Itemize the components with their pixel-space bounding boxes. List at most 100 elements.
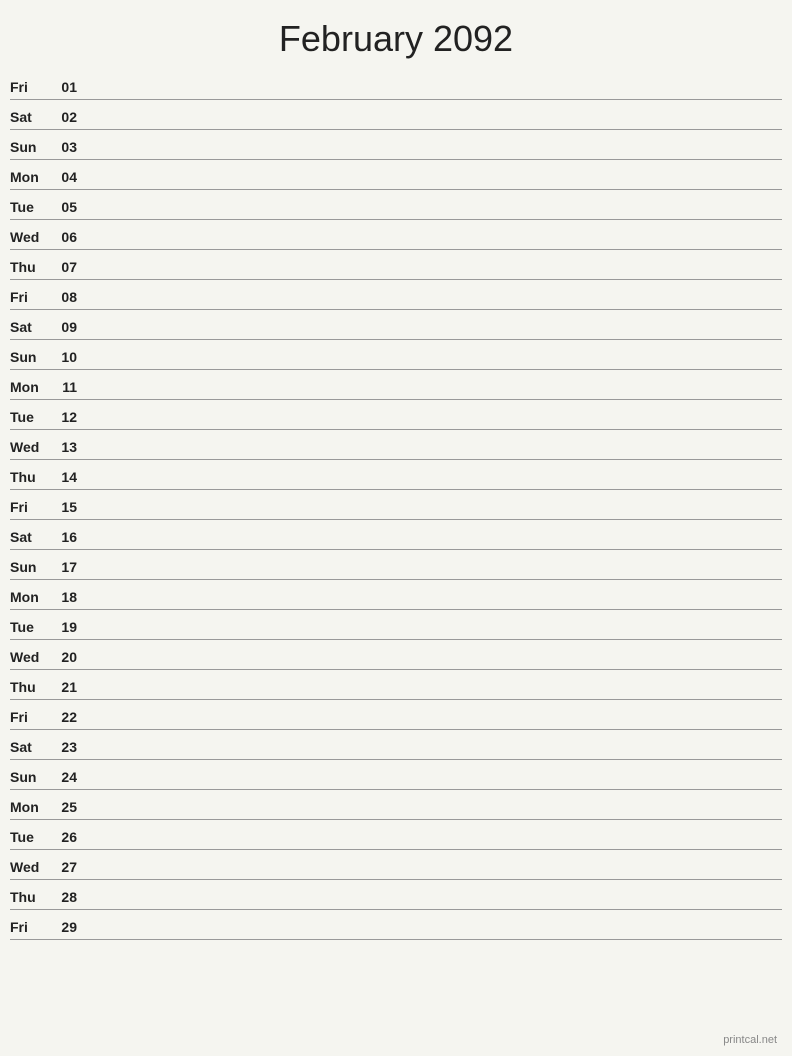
day-number: 13 — [55, 439, 87, 455]
day-line — [87, 904, 782, 905]
day-row: Wed27 — [10, 850, 782, 880]
day-name: Fri — [10, 499, 55, 515]
day-line — [87, 424, 782, 425]
day-row: Fri01 — [10, 70, 782, 100]
day-name: Wed — [10, 649, 55, 665]
day-name: Sun — [10, 349, 55, 365]
day-number: 15 — [55, 499, 87, 515]
day-name: Wed — [10, 439, 55, 455]
day-number: 04 — [55, 169, 87, 185]
day-row: Sat16 — [10, 520, 782, 550]
day-number: 21 — [55, 679, 87, 695]
day-line — [87, 694, 782, 695]
day-row: Sun10 — [10, 340, 782, 370]
day-number: 11 — [55, 379, 87, 395]
day-line — [87, 94, 782, 95]
day-row: Wed20 — [10, 640, 782, 670]
day-row: Fri15 — [10, 490, 782, 520]
day-name: Sun — [10, 139, 55, 155]
day-row: Tue26 — [10, 820, 782, 850]
day-row: Tue12 — [10, 400, 782, 430]
day-line — [87, 304, 782, 305]
day-name: Sat — [10, 319, 55, 335]
day-row: Thu14 — [10, 460, 782, 490]
day-name: Sun — [10, 559, 55, 575]
day-row: Sat09 — [10, 310, 782, 340]
day-number: 28 — [55, 889, 87, 905]
day-line — [87, 484, 782, 485]
day-number: 24 — [55, 769, 87, 785]
day-name: Sat — [10, 109, 55, 125]
day-number: 25 — [55, 799, 87, 815]
day-name: Tue — [10, 829, 55, 845]
day-number: 27 — [55, 859, 87, 875]
day-name: Mon — [10, 379, 55, 395]
day-name: Sat — [10, 739, 55, 755]
day-name: Sat — [10, 529, 55, 545]
day-number: 12 — [55, 409, 87, 425]
day-line — [87, 394, 782, 395]
day-name: Mon — [10, 799, 55, 815]
day-name: Fri — [10, 289, 55, 305]
day-line — [87, 184, 782, 185]
day-number: 10 — [55, 349, 87, 365]
day-number: 19 — [55, 619, 87, 635]
day-name: Tue — [10, 409, 55, 425]
day-line — [87, 514, 782, 515]
day-line — [87, 214, 782, 215]
day-line — [87, 124, 782, 125]
day-number: 02 — [55, 109, 87, 125]
day-row: Sun03 — [10, 130, 782, 160]
day-number: 06 — [55, 229, 87, 245]
day-line — [87, 634, 782, 635]
day-number: 05 — [55, 199, 87, 215]
day-row: Sun17 — [10, 550, 782, 580]
day-number: 20 — [55, 649, 87, 665]
day-row: Sun24 — [10, 760, 782, 790]
day-line — [87, 544, 782, 545]
day-line — [87, 574, 782, 575]
day-number: 26 — [55, 829, 87, 845]
day-row: Mon04 — [10, 160, 782, 190]
calendar-list: Fri01Sat02Sun03Mon04Tue05Wed06Thu07Fri08… — [0, 70, 792, 940]
day-row: Fri29 — [10, 910, 782, 940]
day-line — [87, 724, 782, 725]
day-row: Mon11 — [10, 370, 782, 400]
day-line — [87, 364, 782, 365]
day-name: Fri — [10, 709, 55, 725]
day-line — [87, 754, 782, 755]
day-row: Thu28 — [10, 880, 782, 910]
day-name: Thu — [10, 889, 55, 905]
day-name: Mon — [10, 169, 55, 185]
day-number: 08 — [55, 289, 87, 305]
day-row: Wed06 — [10, 220, 782, 250]
day-row: Tue05 — [10, 190, 782, 220]
day-line — [87, 934, 782, 935]
day-name: Fri — [10, 919, 55, 935]
day-row: Sat02 — [10, 100, 782, 130]
day-number: 09 — [55, 319, 87, 335]
day-line — [87, 784, 782, 785]
day-number: 07 — [55, 259, 87, 275]
day-line — [87, 664, 782, 665]
day-row: Sat23 — [10, 730, 782, 760]
day-row: Thu07 — [10, 250, 782, 280]
day-row: Mon25 — [10, 790, 782, 820]
day-row: Fri08 — [10, 280, 782, 310]
day-name: Wed — [10, 229, 55, 245]
day-row: Fri22 — [10, 700, 782, 730]
day-name: Tue — [10, 199, 55, 215]
day-row: Wed13 — [10, 430, 782, 460]
day-number: 29 — [55, 919, 87, 935]
day-row: Tue19 — [10, 610, 782, 640]
day-name: Thu — [10, 469, 55, 485]
day-line — [87, 244, 782, 245]
day-row: Thu21 — [10, 670, 782, 700]
page-title: February 2092 — [0, 0, 792, 70]
day-line — [87, 874, 782, 875]
day-line — [87, 274, 782, 275]
day-number: 17 — [55, 559, 87, 575]
day-name: Thu — [10, 259, 55, 275]
footer-credit: printcal.net — [723, 1034, 777, 1046]
day-number: 01 — [55, 79, 87, 95]
